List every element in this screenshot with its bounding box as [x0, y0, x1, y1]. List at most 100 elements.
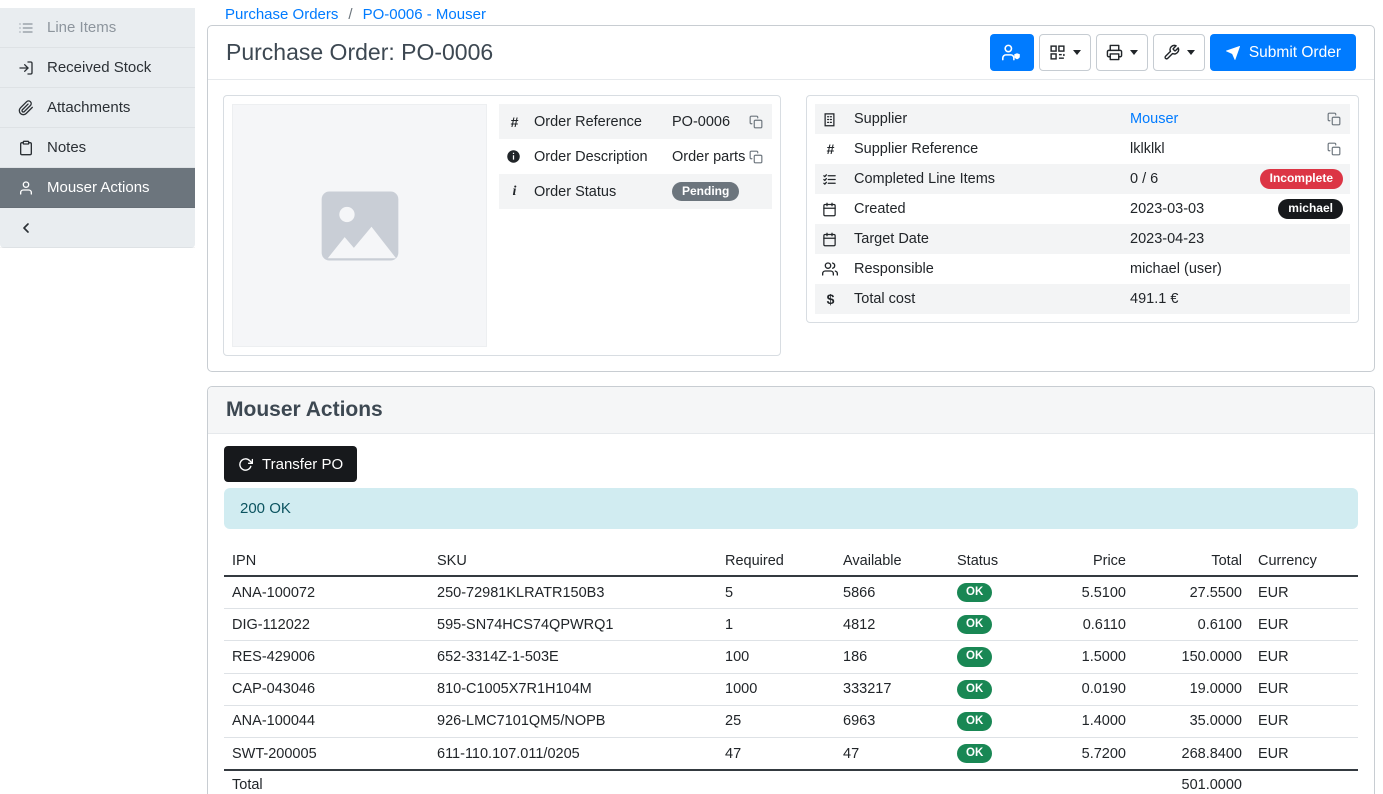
person-shield-icon [1002, 43, 1021, 62]
copy-icon[interactable] [747, 148, 765, 166]
list-check-icon [822, 172, 854, 187]
barcode-menu-button[interactable] [1039, 34, 1091, 71]
column-header-total: Total [1134, 547, 1250, 576]
caret-down-icon [1073, 50, 1081, 55]
detail-row-order-reference: # Order Reference PO-0006 [499, 104, 772, 139]
sidebar-item-notes[interactable]: Notes [0, 128, 195, 168]
detail-row-order-status: i Order Status Pending [499, 174, 772, 209]
user-roles-button[interactable] [990, 34, 1034, 71]
detail-row-supplier: Supplier Mouser [815, 104, 1350, 134]
hash-icon: # [506, 114, 534, 130]
copy-icon[interactable] [1325, 110, 1343, 128]
detail-row-total-cost: $ Total cost 491.1 € [815, 284, 1350, 314]
order-details-table: # Order Reference PO-0006 Order Descri [499, 104, 772, 209]
user-icon [17, 180, 34, 196]
caret-down-icon [1187, 50, 1195, 55]
parts-table-footer: Total 501.0000 [224, 770, 1358, 794]
dollar-icon: $ [822, 291, 854, 307]
supplier-details-card: Supplier Mouser # Supplier Reference lkl… [806, 95, 1359, 323]
mouser-actions-header: Mouser Actions [208, 387, 1374, 434]
grand-total-value: 501.0000 [1134, 770, 1250, 794]
mouser-actions-body: Transfer PO 200 OK IPN SKU Required Avai… [208, 434, 1374, 794]
page-title: Purchase Order: PO-0006 [226, 39, 493, 66]
panel-title: Mouser Actions [226, 398, 1356, 422]
submit-order-label: Submit Order [1249, 44, 1341, 62]
sidebar-item-line-items[interactable]: Line Items [0, 8, 195, 48]
caret-down-icon [1130, 50, 1138, 55]
printer-icon [1106, 44, 1123, 61]
info-letter-icon: i [506, 184, 534, 200]
sidebar-item-label: Notes [47, 139, 86, 156]
status-badge: OK [957, 744, 992, 763]
sidebar-item-label: Attachments [47, 99, 130, 116]
purchase-order-panel: Purchase Order: PO-0006 [207, 25, 1375, 372]
info-circle-icon [506, 149, 534, 164]
breadcrumb-link-current-order[interactable]: PO-0006 - Mouser [363, 6, 486, 23]
paper-plane-icon [1225, 45, 1241, 61]
tools-menu-button[interactable] [1153, 34, 1205, 71]
page-content: Purchase Order: PO-0006 [195, 25, 1383, 794]
submit-order-button[interactable]: Submit Order [1210, 34, 1356, 71]
incomplete-badge: Incomplete [1260, 169, 1343, 189]
main-content: Purchase Orders / PO-0006 - Mouser Purch… [195, 0, 1383, 794]
calendar-icon [822, 232, 854, 247]
status-badge: OK [957, 583, 992, 602]
purchase-order-header: Purchase Order: PO-0006 [208, 26, 1374, 80]
column-header-ipn: IPN [224, 547, 429, 576]
copy-icon[interactable] [1325, 140, 1343, 158]
detail-row-responsible: Responsible michael (user) [815, 254, 1350, 284]
wrench-icon [1163, 44, 1180, 61]
sign-in-icon [17, 60, 34, 76]
status-alert: 200 OK [224, 488, 1358, 529]
qr-code-icon [1049, 44, 1066, 61]
status-badge: OK [957, 647, 992, 666]
sidebar-nav: Line Items Received Stock Attachments No… [0, 8, 195, 248]
created-by-badge: michael [1278, 199, 1343, 219]
detail-row-supplier-reference: # Supplier Reference lklklkl [815, 134, 1350, 164]
building-icon [822, 112, 854, 127]
detail-row-completed-line-items: Completed Line Items 0 / 6 Incomplete [815, 164, 1350, 194]
supplier-details-table: Supplier Mouser # Supplier Reference lkl… [815, 104, 1350, 314]
column-header-sku: SKU [429, 547, 717, 576]
column-header-price: Price [1039, 547, 1134, 576]
table-row: SWT-200005 611-110.107.011/0205 47 47 OK… [224, 738, 1358, 771]
status-badge: OK [957, 680, 992, 699]
detail-row-target-date: Target Date 2023-04-23 [815, 224, 1350, 254]
purchase-order-details: # Order Reference PO-0006 Order Descri [208, 80, 1374, 371]
hash-icon: # [822, 141, 854, 157]
order-status-badge: Pending [672, 182, 739, 202]
sidebar-item-received-stock[interactable]: Received Stock [0, 48, 195, 88]
column-header-available: Available [835, 547, 949, 576]
transfer-po-button[interactable]: Transfer PO [224, 446, 357, 482]
parts-table-header: IPN SKU Required Available Status Price … [224, 547, 1358, 576]
print-menu-button[interactable] [1096, 34, 1148, 71]
detail-row-created: Created 2023-03-03 michael [815, 194, 1350, 224]
total-label: Total [224, 770, 429, 794]
header-actions: Submit Order [990, 34, 1356, 71]
list-icon [17, 20, 34, 36]
table-row: ANA-100044 926-LMC7101QM5/NOPB 25 6963 O… [224, 705, 1358, 737]
supplier-link[interactable]: Mouser [1130, 111, 1178, 127]
sidebar: Line Items Received Stock Attachments No… [0, 0, 195, 794]
total-row: Total 501.0000 [224, 770, 1358, 794]
users-icon [822, 261, 854, 277]
sidebar-item-mouser-actions[interactable]: Mouser Actions [0, 168, 195, 208]
column-header-required: Required [717, 547, 835, 576]
sidebar-item-attachments[interactable]: Attachments [0, 88, 195, 128]
part-thumbnail[interactable] [232, 104, 487, 347]
status-badge: OK [957, 712, 992, 731]
mouser-actions-panel: Mouser Actions Transfer PO 200 OK [207, 386, 1375, 794]
transfer-po-label: Transfer PO [262, 456, 343, 473]
detail-row-order-description: Order Description Order parts [499, 139, 772, 174]
calendar-icon [822, 202, 854, 217]
breadcrumb-link-purchase-orders[interactable]: Purchase Orders [225, 6, 338, 23]
status-badge: OK [957, 615, 992, 634]
sidebar-collapse-button[interactable] [0, 208, 195, 248]
column-header-status: Status [949, 547, 1039, 576]
parts-table: IPN SKU Required Available Status Price … [224, 547, 1358, 794]
sidebar-item-label: Mouser Actions [47, 179, 150, 196]
image-placeholder-icon [314, 180, 406, 272]
sidebar-item-label: Received Stock [47, 59, 151, 76]
paperclip-icon [17, 100, 34, 116]
copy-icon[interactable] [747, 113, 765, 131]
